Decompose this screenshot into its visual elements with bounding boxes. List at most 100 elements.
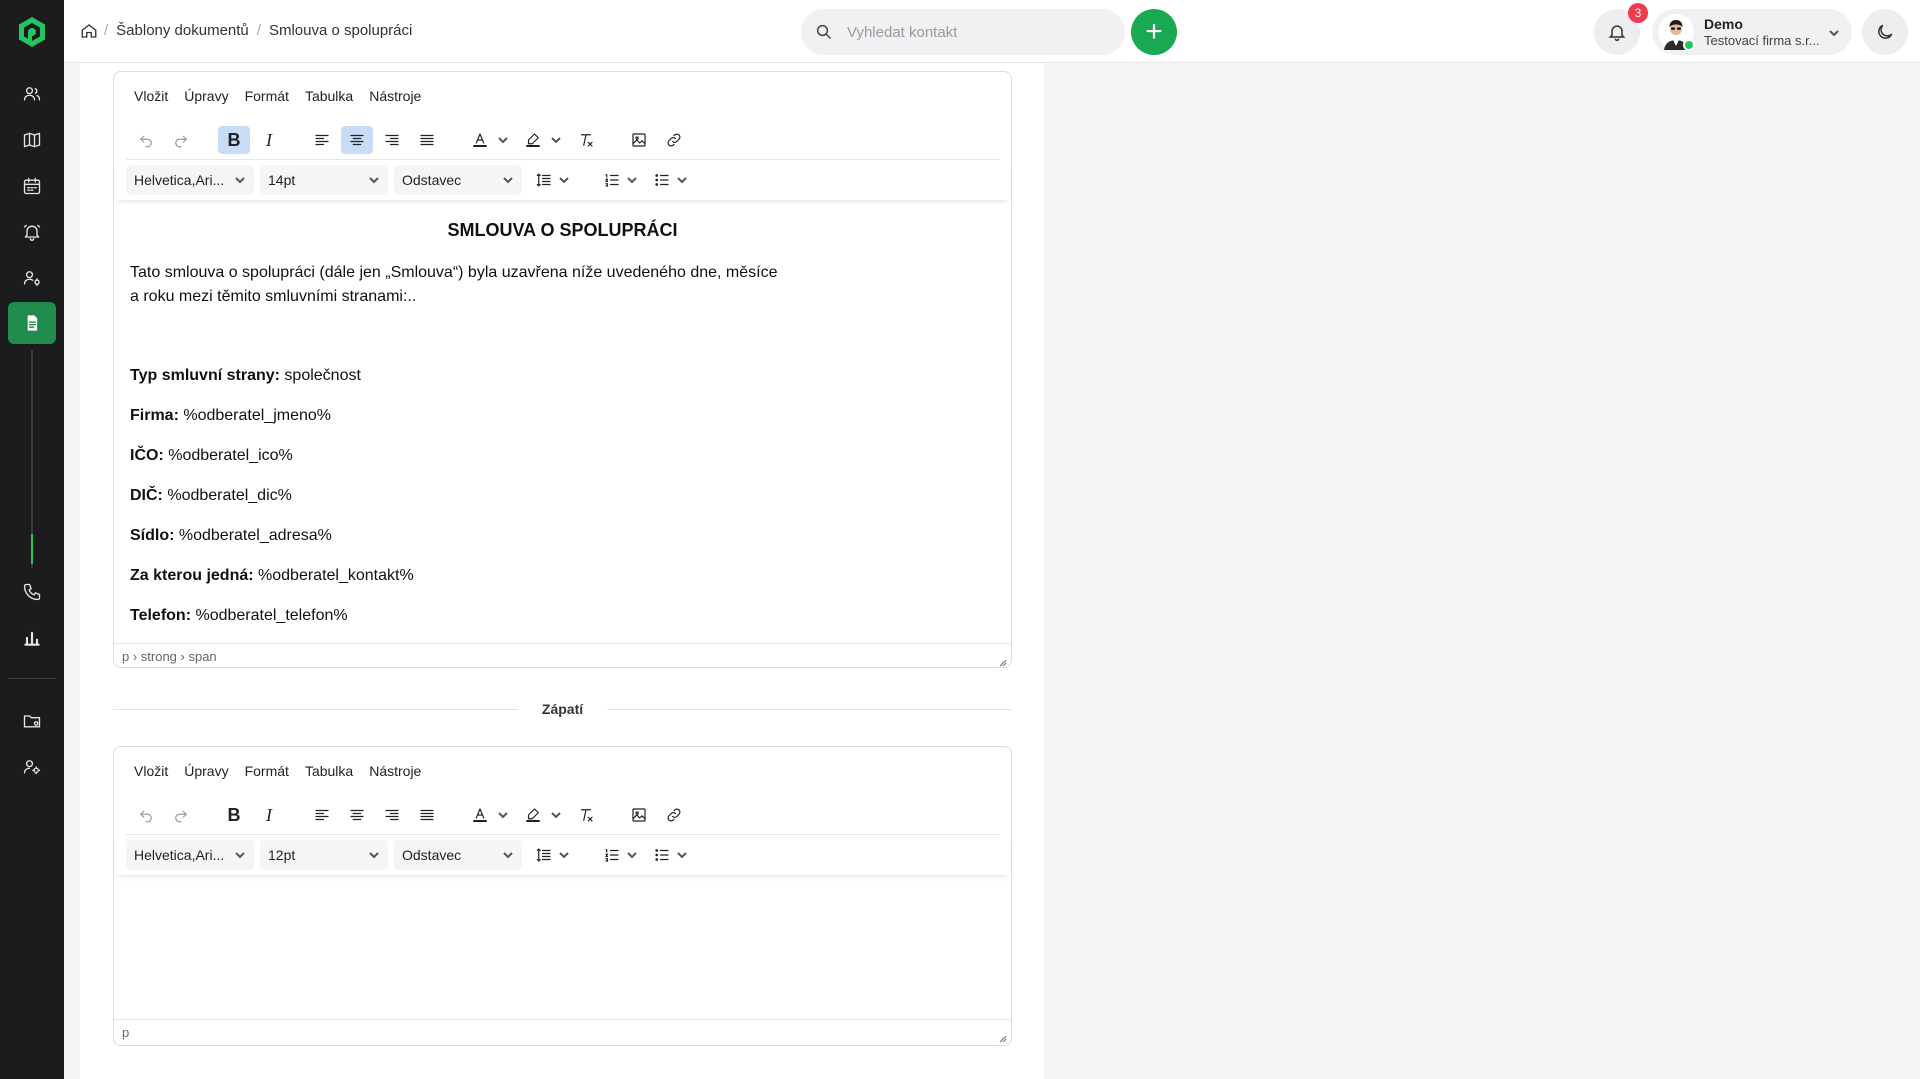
italic-button[interactable]: I <box>253 126 285 154</box>
insert-image-button[interactable] <box>623 126 655 154</box>
block-format-value: Odstavec <box>402 172 462 188</box>
editor-toolbar-selects: Helvetica,Ari... 12pt Odstavec <box>114 835 1011 875</box>
user-menu[interactable]: Demo Testovací firma s.r... <box>1652 9 1852 55</box>
menu-table[interactable]: Tabulka <box>305 763 353 779</box>
font-family-select[interactable]: Helvetica,Ari... <box>126 165 254 195</box>
users-icon <box>23 87 41 101</box>
font-family-value: Helvetica,Ari... <box>134 172 225 188</box>
menu-edit[interactable]: Úpravy <box>184 763 228 779</box>
sidebar-item-calls[interactable] <box>8 571 56 613</box>
phone-icon <box>23 583 41 601</box>
align-left-button[interactable] <box>306 801 338 829</box>
insert-image-button[interactable] <box>623 801 655 829</box>
user-admin-icon <box>23 760 41 775</box>
insert-link-button[interactable] <box>658 126 690 154</box>
align-right-button[interactable] <box>376 126 408 154</box>
avatar <box>1658 14 1695 51</box>
app-logo[interactable] <box>15 15 49 49</box>
italic-button[interactable]: I <box>253 801 285 829</box>
contact-search[interactable] <box>801 9 1125 55</box>
align-left-button[interactable] <box>306 126 338 154</box>
clear-formatting-button[interactable] <box>570 801 602 829</box>
field-company: Firma: %odberatel_jmeno% <box>130 407 331 424</box>
image-icon <box>632 808 646 822</box>
editor-content-area[interactable]: SMLOUVA O SPOLUPRÁCI Tato smlouva o spol… <box>114 200 1011 643</box>
undo-icon <box>140 810 152 823</box>
align-right-button[interactable] <box>376 801 408 829</box>
moon-icon <box>1878 24 1893 39</box>
resize-handle-icon[interactable] <box>997 1031 1007 1043</box>
element-path[interactable]: p › strong › span <box>122 649 217 664</box>
element-path[interactable]: p <box>122 1025 129 1040</box>
sidebar-item-contacts[interactable] <box>8 73 56 115</box>
menu-edit[interactable]: Úpravy <box>184 88 228 104</box>
clear-formatting-button[interactable] <box>570 126 602 154</box>
add-button[interactable]: + <box>1131 9 1177 55</box>
undo-button[interactable] <box>130 126 162 154</box>
menu-format[interactable]: Formát <box>245 763 289 779</box>
bar-chart-icon <box>24 631 40 646</box>
text-color-button[interactable] <box>464 126 496 154</box>
numbered-list-icon <box>605 849 619 862</box>
align-center-button[interactable] <box>341 801 373 829</box>
home-icon[interactable] <box>80 22 100 42</box>
justify-button[interactable] <box>411 126 443 154</box>
field-address: Sídlo: %odberatel_adresa% <box>130 527 332 544</box>
menu-format[interactable]: Formát <box>245 88 289 104</box>
notifications-badge: 3 <box>1628 3 1648 23</box>
redo-button[interactable] <box>165 126 197 154</box>
sidebar-item-admin[interactable] <box>8 746 56 788</box>
block-format-select[interactable]: Odstavec <box>394 840 522 870</box>
sidebar-item-reminders[interactable] <box>8 211 56 253</box>
chevron-down-icon[interactable] <box>550 134 562 146</box>
font-size-select[interactable]: 14pt <box>260 165 388 195</box>
sidebar-item-folders[interactable] <box>8 700 56 742</box>
line-height-button[interactable] <box>528 841 560 869</box>
redo-button[interactable] <box>165 801 197 829</box>
bell-icon <box>1608 25 1626 42</box>
bold-button[interactable]: B <box>218 801 250 829</box>
editor-content-area[interactable] <box>114 875 1011 1019</box>
chevron-down-icon[interactable] <box>550 809 562 821</box>
sidebar-item-documents[interactable] <box>8 302 56 344</box>
menu-insert[interactable]: Vložit <box>134 763 168 779</box>
font-size-select[interactable]: 12pt <box>260 840 388 870</box>
menu-insert[interactable]: Vložit <box>134 88 168 104</box>
numbered-list-button[interactable] <box>596 841 628 869</box>
align-left-icon <box>315 134 329 146</box>
sidebar-item-calendar[interactable] <box>8 165 56 207</box>
breadcrumb-document-templates[interactable]: Šablony dokumentů <box>116 22 249 39</box>
field-contact: Za kterou jedná: %odberatel_kontakt% <box>130 567 414 584</box>
line-height-button[interactable] <box>528 166 560 194</box>
align-center-button[interactable] <box>341 126 373 154</box>
sidebar-item-statistics[interactable] <box>8 617 56 659</box>
menu-table[interactable]: Tabulka <box>305 88 353 104</box>
font-family-select[interactable]: Helvetica,Ari... <box>126 840 254 870</box>
text-color-button[interactable] <box>464 801 496 829</box>
menu-tools[interactable]: Nástroje <box>369 763 421 779</box>
theme-toggle-button[interactable] <box>1862 9 1908 55</box>
resize-handle-icon[interactable] <box>997 655 1007 667</box>
highlight-color-button[interactable] <box>517 801 549 829</box>
bold-button[interactable]: B <box>218 126 250 154</box>
chevron-down-icon[interactable] <box>497 134 509 146</box>
block-format-value: Odstavec <box>402 847 462 863</box>
highlight-color-button[interactable] <box>517 126 549 154</box>
editor-toolbar-selects: Helvetica,Ari... 14pt Odstavec <box>114 160 1011 200</box>
search-input[interactable] <box>847 23 1107 41</box>
document-intro: Tato smlouva o spolupráci (dále jen „Sml… <box>130 264 778 305</box>
sidebar-item-user-settings[interactable] <box>8 257 56 299</box>
chevron-down-icon[interactable] <box>497 809 509 821</box>
chevron-down-icon <box>368 174 380 186</box>
redo-icon <box>175 810 187 823</box>
sidebar-item-map[interactable] <box>8 119 56 161</box>
bullet-list-button[interactable] <box>646 166 678 194</box>
numbered-list-button[interactable] <box>596 166 628 194</box>
justify-button[interactable] <box>411 801 443 829</box>
undo-button[interactable] <box>130 801 162 829</box>
block-format-select[interactable]: Odstavec <box>394 165 522 195</box>
bullet-list-button[interactable] <box>646 841 678 869</box>
italic-icon: I <box>266 129 272 150</box>
insert-link-button[interactable] <box>658 801 690 829</box>
menu-tools[interactable]: Nástroje <box>369 88 421 104</box>
